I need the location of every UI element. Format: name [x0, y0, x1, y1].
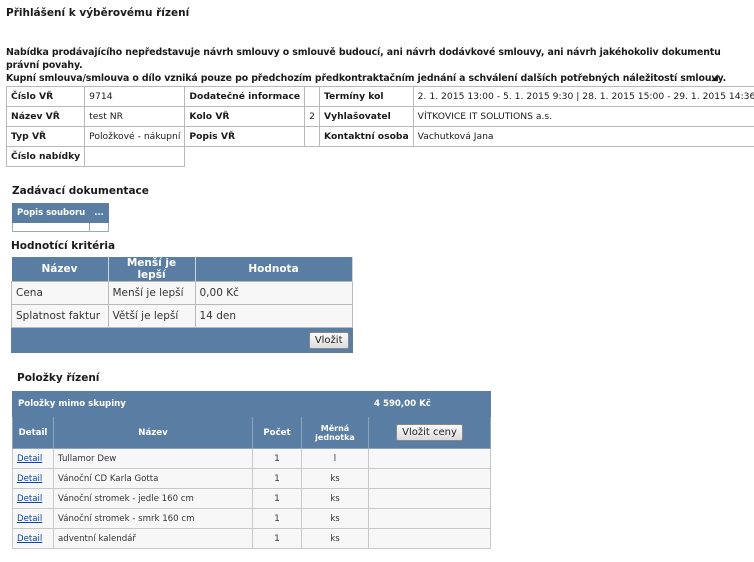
- zadavaci-dokumentace-table: Popis souboru ...: [11, 203, 109, 232]
- disclaimer: Nabídka prodávajícího nepředstavuje návr…: [6, 46, 754, 85]
- criteria-name: Cena: [11, 281, 109, 305]
- insert-prices-header: Vložit ceny: [368, 416, 491, 449]
- item-unit: ks: [301, 508, 369, 529]
- tender-info-table: Číslo VŘ 9714 Dodatečné informace Termín…: [5, 86, 754, 167]
- detail-link[interactable]: Detail: [17, 454, 42, 464]
- kolo-vr-label: Kolo VŘ: [184, 106, 306, 127]
- item-name: Vánoční stromek - jedle 160 cm: [53, 488, 253, 509]
- nazev-vr-value: test NR: [84, 106, 186, 127]
- table-row: Detail Vánoční stromek - smrk 160 cm 1 k…: [12, 508, 491, 529]
- detail-link[interactable]: Detail: [17, 474, 42, 484]
- polozky-rizeni-table: Položky mimo skupiny 4 590,00 Kč Detail …: [12, 391, 491, 549]
- cislo-nabidky-label: Číslo nabídky: [5, 146, 86, 167]
- item-name: adventní kalendář: [53, 528, 253, 549]
- group-label: Položky mimo skupiny: [12, 391, 369, 417]
- item-count: 1: [252, 508, 302, 529]
- mensi-je-lepsi-column-header: Menší je lepší: [108, 257, 196, 282]
- item-count: 1: [252, 468, 302, 489]
- item-unit: ks: [301, 528, 369, 549]
- group-total: 4 590,00 Kč: [368, 391, 491, 417]
- criteria-value: 0,00 Kč: [194, 281, 353, 305]
- cislo-vr-label: Číslo VŘ: [5, 86, 86, 107]
- cislo-vr-value: 9714: [84, 86, 186, 107]
- disclaimer-line-2: Kupní smlouva/smlouva o dílo vzniká pouz…: [6, 73, 727, 84]
- table-row: Detail Vánoční stromek - jedle 160 cm 1 …: [12, 488, 491, 509]
- vyhlasovatel-label: Vyhlašovatel: [319, 106, 414, 127]
- hodnotici-kriteria-heading: Hodnotící kritéria: [11, 240, 116, 252]
- item-name: Tullamor Dew: [53, 448, 253, 469]
- cislo-nabidky-value: [84, 146, 186, 167]
- item-unit: l: [301, 448, 369, 469]
- detail-link[interactable]: Detail: [17, 494, 42, 504]
- detail-link[interactable]: Detail: [17, 514, 42, 524]
- criteria-row: Cena Menší je lepší 0,00 Kč: [11, 281, 353, 305]
- polozky-rizeni-heading: Položky řízení: [17, 372, 100, 384]
- item-name: Vánoční stromek - smrk 160 cm: [53, 508, 253, 529]
- detail-link[interactable]: Detail: [17, 534, 42, 544]
- vyhlasovatel-value: VÍTKOVICE IT SOLUTIONS a.s.: [412, 106, 754, 127]
- popis-souboru-column-header: Popis souboru: [11, 203, 91, 223]
- kontaktni-osoba-value: Vachutková Jana: [412, 126, 754, 147]
- table-row: Detail Tullamor Dew 1 l: [12, 448, 491, 469]
- table-row: Detail adventní kalendář 1 ks: [12, 528, 491, 549]
- nazev-column-header: Název: [11, 257, 109, 282]
- merna-jednotka-column-header: Měrná jednotka: [301, 416, 369, 449]
- criteria-direction: Větší je lepší: [107, 304, 196, 328]
- item-count: 1: [252, 528, 302, 549]
- detail-column-header: Detail: [12, 416, 54, 449]
- typ-vr-label: Typ VŘ: [5, 126, 86, 147]
- item-unit: ks: [301, 488, 369, 509]
- vlozit-button[interactable]: Vložit: [308, 331, 349, 349]
- popis-vr-value: [304, 126, 320, 147]
- criteria-direction: Menší je lepší: [107, 281, 196, 305]
- kontaktni-osoba-label: Kontaktní osoba: [319, 126, 414, 147]
- more-column-header: ...: [89, 203, 109, 223]
- typ-vr-value: Položkové - nákupní: [84, 126, 186, 147]
- terminy-kol-value: 2. 1. 2015 13:00 - 5. 1. 2015 9:30 | 28.…: [412, 86, 754, 107]
- item-count: 1: [252, 488, 302, 509]
- criteria-row: Splatnost faktur Větší je lepší 14 den: [11, 304, 353, 328]
- page-title: Přihlášení k výběrovému řízení: [6, 7, 190, 19]
- kolo-vr-value: 2: [304, 106, 320, 127]
- popis-vr-label: Popis VŘ: [184, 126, 306, 147]
- vlozit-ceny-button[interactable]: Vložit ceny: [396, 424, 463, 441]
- terminy-kol-label: Termíny kol: [319, 86, 414, 107]
- zadavaci-dokumentace-heading: Zadávací dokumentace: [12, 185, 149, 197]
- pocet-column-header: Počet: [252, 416, 302, 449]
- disclaimer-line-1: Nabídka prodávajícího nepředstavuje návr…: [6, 47, 721, 71]
- dodatecne-informace-value: [304, 86, 320, 107]
- item-name: Vánoční CD Karla Gotta: [53, 468, 253, 489]
- dodatecne-informace-label: Dodatečné informace: [184, 86, 306, 107]
- nazev-column-header: Název: [53, 416, 253, 449]
- table-row: Detail Vánoční CD Karla Gotta 1 ks: [12, 468, 491, 489]
- item-unit: ks: [301, 468, 369, 489]
- criteria-name: Splatnost faktur: [11, 304, 109, 328]
- nazev-vr-label: Název VŘ: [5, 106, 86, 127]
- item-count: 1: [252, 448, 302, 469]
- hodnota-column-header: Hodnota: [195, 257, 353, 282]
- mouse-cursor-icon: ◢: [711, 73, 718, 83]
- criteria-value: 14 den: [194, 304, 353, 328]
- hodnotici-kriteria-table: Název Menší je lepší Hodnota Cena Menší …: [11, 257, 353, 353]
